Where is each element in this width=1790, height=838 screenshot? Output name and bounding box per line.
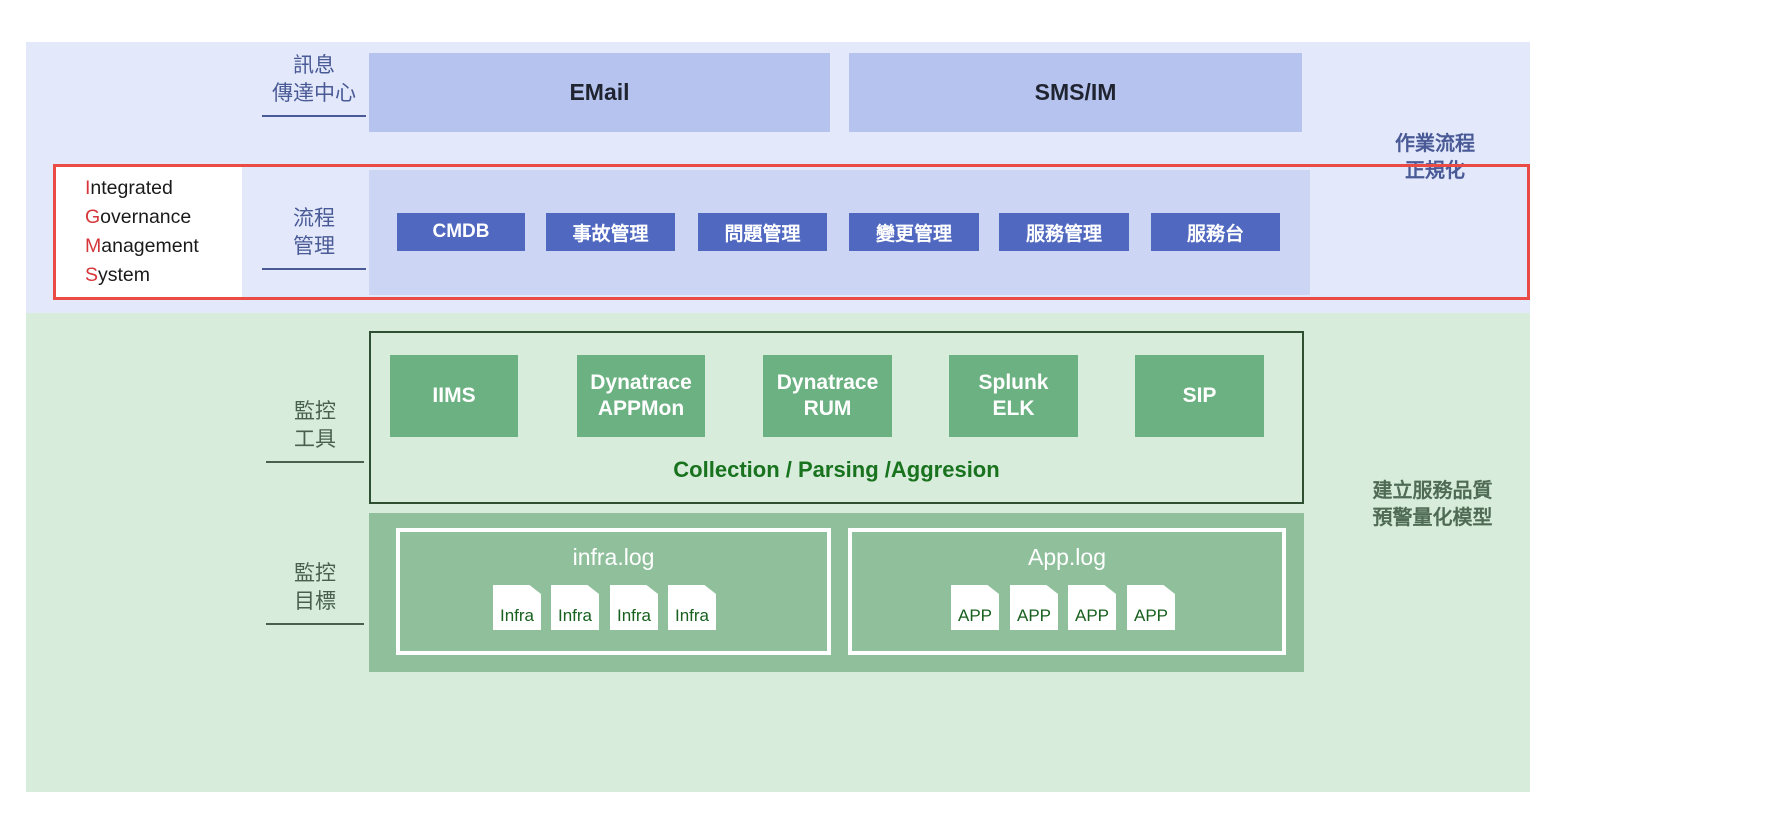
document-icon-app-4[interactable]: APP [1127, 585, 1175, 630]
process-button-problem-management[interactable]: 問題管理 [698, 213, 827, 251]
igms-initial-s: S [85, 264, 99, 287]
document-icon-infra-4[interactable]: Infra [668, 585, 716, 630]
process-button-change-management[interactable]: 變更管理 [849, 213, 979, 251]
side-label-monitoring-targets: 監控 目標 [266, 560, 364, 625]
igms-initial-m: M [85, 235, 102, 257]
side-label-monitoring-tools: 監控 工具 [266, 398, 364, 463]
document-icon-infra-3[interactable]: Infra [610, 585, 658, 630]
igms-rest-integrated: ntegrated [90, 176, 173, 199]
tool-box-iims[interactable]: IIMS [390, 355, 518, 437]
tool-box-sip[interactable]: SIP [1135, 355, 1264, 437]
igms-line-system: System [85, 261, 242, 290]
tool-box-dynatrace-appmon[interactable]: Dynatrace APPMon [577, 355, 705, 437]
igms-rest-management: anagement [101, 235, 199, 257]
process-button-service-desk[interactable]: 服務台 [1151, 213, 1280, 251]
log-title-infra: infra.log [572, 544, 655, 570]
document-icon-app-3[interactable]: APP [1068, 585, 1116, 630]
process-button-incident-management[interactable]: 事故管理 [546, 213, 675, 251]
document-icon-infra-1[interactable]: Infra [493, 585, 541, 630]
tool-box-dynatrace-rum[interactable]: Dynatrace RUM [763, 355, 892, 437]
monitoring-tools-caption: Collection / Parsing /Aggresion [673, 457, 1000, 482]
igms-line-management: Management [85, 232, 242, 261]
side-label-message-center: 訊息 傳達中心 [262, 52, 366, 117]
igms-initial-g: G [85, 205, 101, 228]
igms-rest-governance: overnance [100, 205, 192, 228]
channel-box-email[interactable]: EMail [369, 53, 830, 132]
igms-line-governance: Governance [85, 203, 242, 232]
process-button-service-management[interactable]: 服務管理 [999, 213, 1129, 251]
log-title-app: App.log [1027, 544, 1106, 570]
document-icon-app-1[interactable]: APP [951, 585, 999, 630]
diagram-canvas: 訊息 傳達中心 流程 管理 監控 工具 監控 目標 作業流程 正規化 建立服務品… [0, 0, 1790, 838]
igms-line-integrated: Integrated [85, 174, 242, 203]
document-icon-app-2[interactable]: APP [1010, 585, 1058, 630]
igms-acronym-card: Integrated Governance Management System [56, 167, 242, 297]
process-button-cmdb[interactable]: CMDB [397, 213, 525, 251]
channel-box-sms-im[interactable]: SMS/IM [849, 53, 1302, 132]
right-label-monitoring-goal: 建立服務品質 預警量化模型 [1372, 480, 1493, 530]
igms-rest-system: ystem [98, 264, 151, 287]
document-icon-infra-2[interactable]: Infra [551, 585, 599, 630]
tool-box-splunk-elk[interactable]: Splunk ELK [949, 355, 1078, 437]
